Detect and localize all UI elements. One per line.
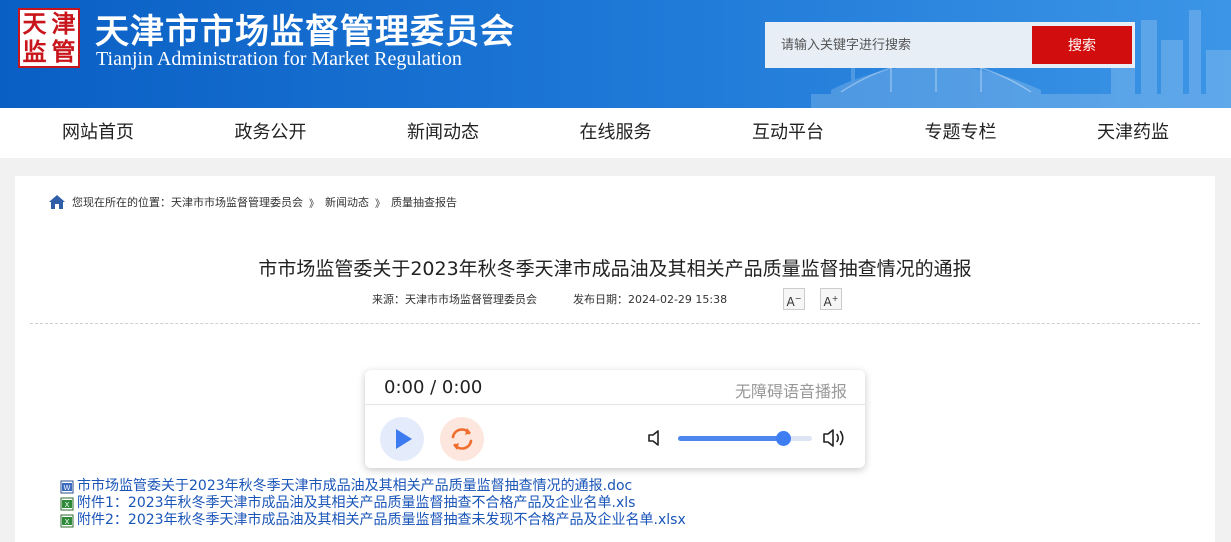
main-nav: 网站首页 政务公开 新闻动态 在线服务 互动平台 专题专栏 天津药监	[0, 108, 1231, 158]
search-input[interactable]	[765, 22, 1032, 68]
breadcrumb: 您现在所在的位置： 天津市市场监督管理委员会 》 新闻动态 》 质量抽查报告	[48, 194, 457, 210]
breadcrumb-item-news[interactable]: 新闻动态	[325, 194, 369, 210]
player-divider	[365, 404, 865, 405]
nav-item-interaction[interactable]: 互动平台	[752, 108, 824, 158]
logo-char: 管	[51, 37, 76, 66]
font-decrease-label: A	[786, 295, 795, 309]
breadcrumb-item-quality-reports[interactable]: 质量抽查报告	[391, 194, 457, 210]
play-icon	[396, 429, 412, 449]
volume-slider-fill	[678, 436, 783, 441]
nav-item-news[interactable]: 新闻动态	[407, 108, 479, 158]
svg-text:X: X	[65, 518, 70, 526]
breadcrumb-separator: 》	[309, 198, 319, 210]
breadcrumb-prefix: 您现在所在的位置：	[72, 196, 171, 209]
site-header: 天 津 监 管 天津市市场监督管理委员会 Tianjin Administrat…	[0, 0, 1231, 108]
attachment-list: W 市市场监管委关于2023年秋冬季天津市成品油及其相关产品质量监督抽查情况的通…	[60, 478, 686, 529]
logo-char: 监	[22, 37, 47, 66]
nav-item-special-topics[interactable]: 专题专栏	[925, 108, 997, 158]
loop-icon	[451, 428, 473, 450]
attachment-link-xls-1[interactable]: X 附件1：2023年秋冬季天津市成品油及其相关产品质量监督抽查不合格产品及企业…	[60, 495, 686, 512]
nav-item-drug-supervision[interactable]: 天津药监	[1097, 108, 1169, 158]
volume-high-icon[interactable]	[822, 427, 848, 449]
svg-text:X: X	[65, 501, 70, 509]
nav-item-government-affairs[interactable]: 政务公开	[235, 108, 307, 158]
font-decrease-button[interactable]: A−	[783, 288, 805, 310]
article-card: 您现在所在的位置： 天津市市场监督管理委员会 》 新闻动态 》 质量抽查报告 市…	[15, 176, 1215, 542]
breadcrumb-separator: 》	[375, 198, 385, 210]
breadcrumb-item-home[interactable]: 天津市市场监督管理委员会	[171, 194, 303, 210]
font-increase-label: A	[823, 295, 832, 309]
search-button[interactable]: 搜索	[1032, 26, 1132, 64]
site-title: 天津市市场监督管理委员会	[95, 12, 515, 52]
article-title: 市市场监管委关于2023年秋冬季天津市成品油及其相关产品质量监督抽查情况的通报	[258, 258, 972, 280]
search-box: 搜索	[765, 22, 1135, 68]
audio-player: 0:00 / 0:00 无障碍语音播报	[365, 370, 865, 468]
volume-slider-handle[interactable]	[775, 431, 791, 446]
article-meta: 来源：天津市市场监督管理委员会 发布日期：2024-02-29 15:38	[372, 291, 727, 307]
attachment-name: 市市场监管委关于2023年秋冬季天津市成品油及其相关产品质量监督抽查情况的通报.…	[77, 478, 633, 494]
article-source: 来源：天津市市场监督管理委员会	[372, 293, 537, 306]
excel-icon: X	[60, 514, 74, 527]
volume-slider[interactable]	[678, 431, 812, 446]
player-label: 无障碍语音播报	[734, 382, 847, 401]
play-button[interactable]	[380, 417, 424, 461]
nav-item-online-services[interactable]: 在线服务	[580, 108, 652, 158]
home-icon	[49, 195, 65, 209]
word-doc-icon: W	[60, 480, 74, 493]
site-subtitle: Tianjin Administration for Market Regula…	[96, 48, 462, 70]
volume-low-icon[interactable]	[647, 429, 665, 447]
nav-item-home[interactable]: 网站首页	[62, 108, 134, 158]
attachment-name: 附件2：2023年秋冬季天津市成品油及其相关产品质量监督抽查未发现不合格产品及企…	[77, 512, 686, 528]
logo-char: 天	[22, 9, 47, 38]
attachment-link-doc[interactable]: W 市市场监管委关于2023年秋冬季天津市成品油及其相关产品质量监督抽查情况的通…	[60, 478, 686, 495]
excel-icon: X	[60, 497, 74, 510]
player-time: 0:00 / 0:00	[384, 377, 483, 398]
article-date: 发布日期：2024-02-29 15:38	[573, 293, 728, 306]
attachment-name: 附件1：2023年秋冬季天津市成品油及其相关产品质量监督抽查不合格产品及企业名单…	[77, 495, 636, 511]
loop-button[interactable]	[440, 417, 484, 461]
font-increase-button[interactable]: A+	[820, 288, 842, 310]
attachment-link-xls-2[interactable]: X 附件2：2023年秋冬季天津市成品油及其相关产品质量监督抽查未发现不合格产品…	[60, 512, 686, 529]
divider	[30, 323, 1200, 324]
logo-char: 津	[51, 9, 76, 38]
site-logo[interactable]: 天 津 监 管	[18, 8, 80, 68]
svg-text:W: W	[64, 484, 71, 492]
